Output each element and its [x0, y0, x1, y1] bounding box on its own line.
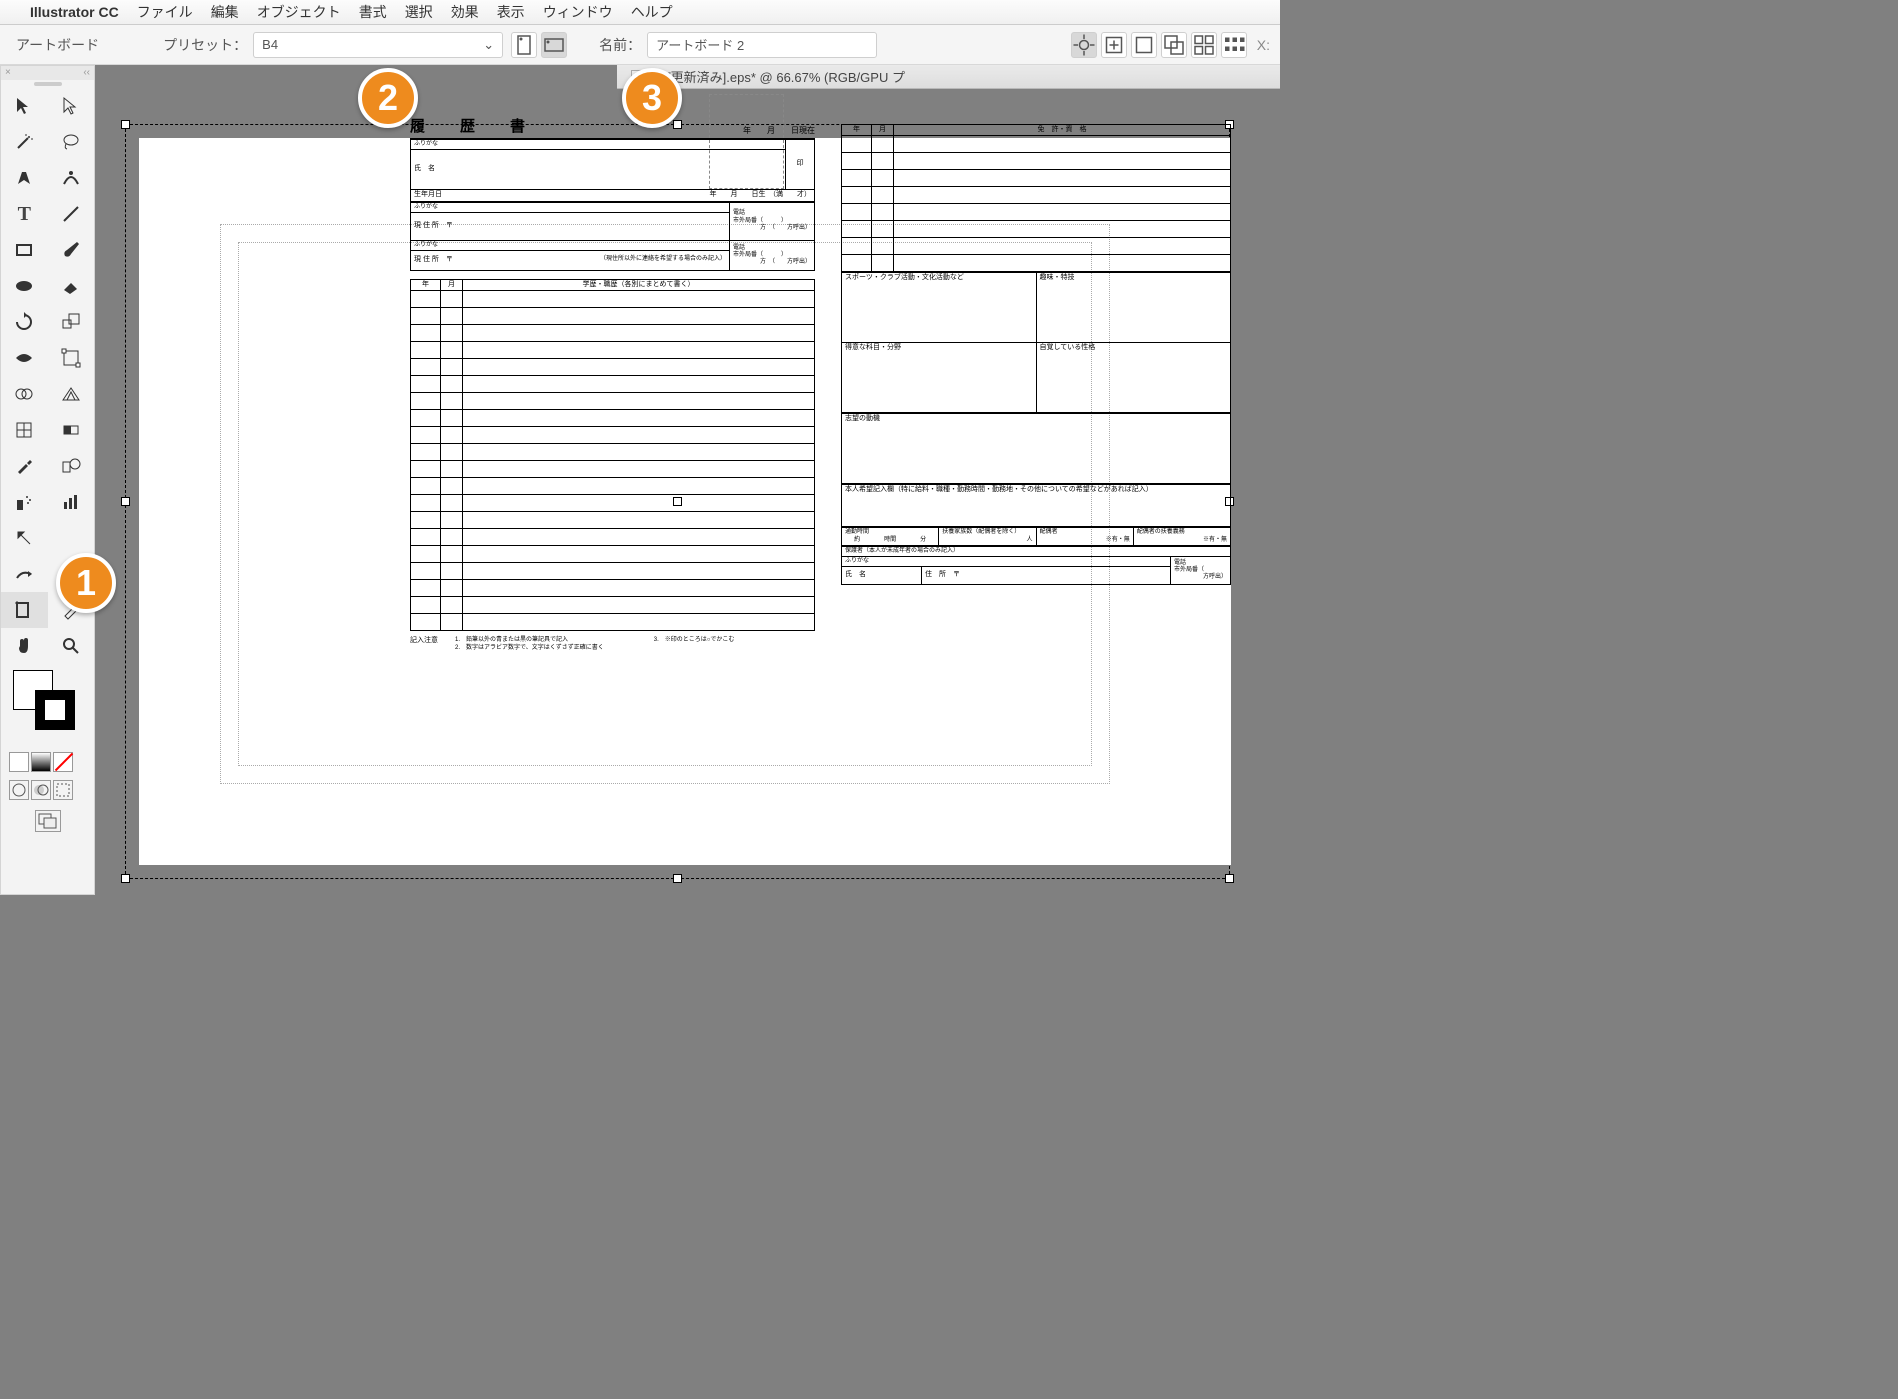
artboard-name-label: 名前： — [599, 35, 641, 55]
rotate-tool[interactable] — [1, 304, 48, 340]
document-tab[interactable]: b5 [更新済み].eps* @ 66.67% (RGB/GPU プ — [617, 65, 1280, 89]
color-solid-icon[interactable] — [9, 752, 29, 772]
zoom-tool[interactable] — [48, 628, 95, 664]
color-gradient-icon[interactable] — [31, 752, 51, 772]
control-bar: アートボード プリセット： B4 ⌄ 名前： アートボード 2 X: — [0, 25, 1280, 65]
photo-frame — [709, 94, 784, 189]
draw-inside-icon[interactable] — [53, 780, 73, 800]
menu-object[interactable]: オブジェクト — [257, 2, 341, 22]
preset-value: B4 — [262, 37, 278, 52]
eraser-tool[interactable] — [48, 268, 95, 304]
spare-tool-2[interactable] — [1, 556, 48, 592]
width-tool[interactable] — [1, 340, 48, 376]
blend-tool[interactable] — [48, 448, 95, 484]
scale-tool[interactable] — [48, 304, 95, 340]
menu-select[interactable]: 選択 — [405, 2, 433, 22]
direct-selection-tool[interactable] — [48, 88, 95, 124]
lasso-tool[interactable] — [48, 124, 95, 160]
perspective-grid-tool[interactable] — [48, 376, 95, 412]
preset-label: プリセット： — [163, 35, 247, 55]
artboard-grid-button[interactable] — [1191, 32, 1217, 58]
selection-handle[interactable] — [121, 120, 130, 129]
selection-tool[interactable] — [1, 88, 48, 124]
gradient-tool[interactable] — [48, 412, 95, 448]
x-coord-label: X: — [1257, 37, 1270, 53]
orientation-portrait-button[interactable] — [511, 32, 537, 58]
macos-menu-bar: Illustrator CC ファイル 編集 オブジェクト 書式 選択 効果 表… — [0, 0, 1280, 25]
screen-mode-button[interactable] — [35, 810, 61, 832]
tools-panel-header: × ‹‹ — [1, 66, 94, 80]
symbol-sprayer-tool[interactable] — [1, 484, 48, 520]
slice-tool[interactable] — [1, 520, 48, 556]
tools-panel-grip[interactable] — [1, 80, 94, 88]
selection-handle[interactable] — [1225, 874, 1234, 883]
column-graph-tool[interactable] — [48, 484, 95, 520]
document-title: b5 [更新済み].eps* @ 66.67% (RGB/GPU プ — [649, 67, 905, 86]
hand-tool[interactable] — [1, 628, 48, 664]
callout-3: 3 — [622, 68, 682, 128]
mesh-tool[interactable] — [1, 412, 48, 448]
type-tool[interactable]: T — [1, 196, 48, 232]
eyedropper-tool[interactable] — [1, 448, 48, 484]
shaper-tool[interactable] — [1, 268, 48, 304]
draw-normal-icon[interactable] — [9, 780, 29, 800]
artboard-name-input[interactable]: アートボード 2 — [647, 32, 877, 58]
rearrange-button[interactable] — [1221, 32, 1247, 58]
artboard-dup-button[interactable] — [1161, 32, 1187, 58]
current-tool-label: アートボード — [16, 35, 99, 55]
spare-tool[interactable] — [48, 520, 95, 556]
collapse-icon[interactable]: ‹‹ — [83, 67, 90, 79]
draw-behind-icon[interactable] — [31, 780, 51, 800]
app-name[interactable]: Illustrator CC — [30, 4, 119, 20]
canvas[interactable]: 履 歴 書 年 月 日現在 ふりがな印 氏 名 生年月日年 月 日生 （満 才）… — [95, 89, 1280, 943]
menu-effect[interactable]: 効果 — [451, 2, 479, 22]
tools-panel: × ‹‹ T — [0, 65, 95, 895]
stroke-swatch[interactable] — [35, 690, 75, 730]
fill-stroke-swatch[interactable] — [1, 664, 94, 750]
close-icon[interactable]: × — [5, 67, 11, 79]
new-artboard-button[interactable] — [1101, 32, 1127, 58]
curvature-tool[interactable] — [48, 160, 95, 196]
resume-form-right: 年月免 許・資 格 スポーツ・クラブ活動・文化活動など趣味・特技 得意な科目・分… — [841, 124, 1231, 585]
rectangle-tool[interactable] — [1, 232, 48, 268]
selection-handle[interactable] — [121, 874, 130, 883]
artboard-options-button[interactable] — [1071, 32, 1097, 58]
chevron-down-icon: ⌄ — [483, 37, 494, 53]
menu-file[interactable]: ファイル — [137, 2, 193, 22]
paintbrush-tool[interactable] — [48, 232, 95, 268]
color-none-icon[interactable] — [53, 752, 73, 772]
artboard-selection[interactable]: 履 歴 書 年 月 日現在 ふりがな印 氏 名 生年月日年 月 日生 （満 才）… — [125, 124, 1230, 879]
pen-tool[interactable] — [1, 160, 48, 196]
menu-edit[interactable]: 編集 — [211, 2, 239, 22]
free-transform-tool[interactable] — [48, 340, 95, 376]
selection-handle[interactable] — [121, 497, 130, 506]
preset-dropdown[interactable]: B4 ⌄ — [253, 32, 503, 58]
callout-2: 2 — [358, 68, 418, 128]
delete-artboard-button[interactable] — [1131, 32, 1157, 58]
screen-mode-row — [1, 778, 94, 802]
menu-help[interactable]: ヘルプ — [631, 2, 673, 22]
magic-wand-tool[interactable] — [1, 124, 48, 160]
selection-handle[interactable] — [673, 874, 682, 883]
resume-form-left: 履 歴 書 年 月 日現在 ふりがな印 氏 名 生年月日年 月 日生 （満 才）… — [410, 118, 815, 652]
line-tool[interactable] — [48, 196, 95, 232]
menu-view[interactable]: 表示 — [497, 2, 525, 22]
color-mode-row — [1, 750, 94, 774]
orientation-landscape-button[interactable] — [541, 32, 567, 58]
shape-builder-tool[interactable] — [1, 376, 48, 412]
artboard-tool[interactable] — [1, 592, 48, 628]
menu-type[interactable]: 書式 — [359, 2, 387, 22]
screen-mode-button-row — [1, 808, 94, 834]
callout-1: 1 — [56, 553, 116, 613]
menu-window[interactable]: ウィンドウ — [543, 2, 613, 22]
